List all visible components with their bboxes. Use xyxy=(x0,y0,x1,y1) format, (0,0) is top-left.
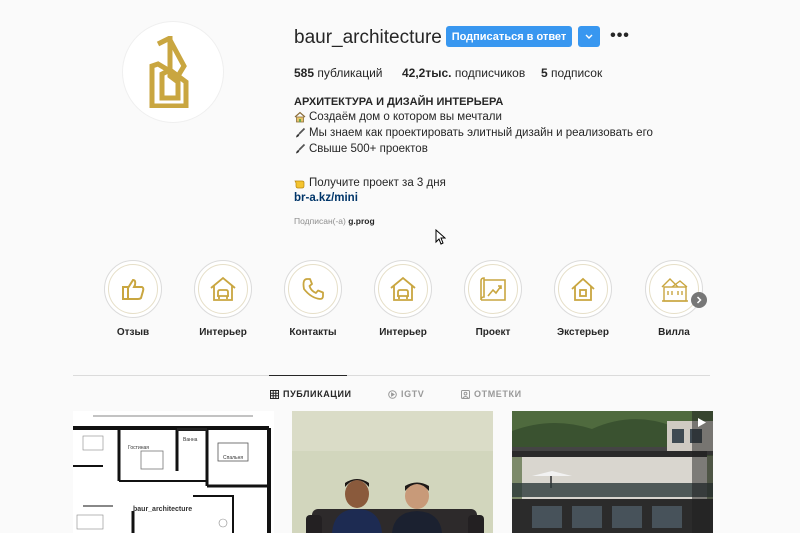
highlight-cover xyxy=(374,260,432,318)
highlight-label: Экстерьер xyxy=(557,327,609,338)
following-count-label: подписок xyxy=(551,66,603,80)
video-play-icon xyxy=(698,418,706,427)
highlight-cover xyxy=(194,260,252,318)
posts-count-label: публикаций xyxy=(317,66,383,80)
mouse-cursor-icon xyxy=(435,229,446,245)
highlight-cover xyxy=(284,260,342,318)
bio-line-text: Создаём дом о котором вы мечтали xyxy=(309,111,502,123)
highlight-item[interactable]: Отзыв xyxy=(101,260,165,338)
followers-link[interactable]: 42,2тыс. подписчиков xyxy=(402,66,525,80)
tagged-icon xyxy=(461,389,470,399)
followed-by-text[interactable]: Подписан(-а) g.prog xyxy=(294,216,375,226)
highlight-item[interactable]: Экстерьер xyxy=(551,260,615,338)
more-options-icon: ••• xyxy=(610,27,630,44)
following-link[interactable]: 5 подписок xyxy=(541,66,602,80)
paintbrush-emoji-icon xyxy=(296,127,306,138)
house-emoji-icon xyxy=(294,111,306,123)
more-options-button[interactable]: ••• xyxy=(610,27,630,44)
tab-tagged[interactable]: ОТМЕТКИ xyxy=(461,389,522,399)
highlight-label: Отзыв xyxy=(116,327,150,338)
thumbs-up-icon xyxy=(122,278,145,300)
followed-by-user: g.prog xyxy=(348,216,375,226)
followed-by-prefix: Подписан(-а) xyxy=(294,216,346,226)
highlights-next-button[interactable] xyxy=(691,292,707,308)
highlight-label: Интерьер xyxy=(199,327,247,338)
bio-line: Получите проект за 3 дня xyxy=(294,177,446,189)
floor-plan-image: Гостиная Ванна Спальня baur_architecture xyxy=(73,411,274,533)
phone-icon xyxy=(302,278,324,300)
bio-line-text: Мы знаем как проектировать элитный дизай… xyxy=(309,127,653,139)
post-tile[interactable] xyxy=(292,411,493,533)
highlight-cover xyxy=(554,260,612,318)
tab-igtv-label: IGTV xyxy=(401,389,425,399)
highlight-label: Проект xyxy=(475,327,511,338)
floor-plan-room-label: Спальня xyxy=(223,455,243,461)
profile-username: baur_architecture xyxy=(294,27,442,48)
followers-count-value: 42,2тыс. xyxy=(402,66,452,80)
house-interior-icon xyxy=(210,276,236,301)
bio-line-text: Свыше 500+ проектов xyxy=(309,143,428,155)
bio-line: Создаём дом о котором вы мечтали xyxy=(294,111,502,123)
floor-plan-room-label: Гостиная xyxy=(128,445,149,451)
tab-igtv[interactable]: IGTV xyxy=(388,389,424,399)
highlight-item[interactable]: Контакты xyxy=(281,260,345,338)
posts-count-value: 585 xyxy=(294,66,315,80)
post-tile[interactable] xyxy=(512,411,713,533)
tab-posts[interactable]: ПУБЛИКАЦИИ xyxy=(270,389,352,399)
highlight-cover xyxy=(645,260,703,318)
suggested-accounts-button[interactable] xyxy=(578,26,600,47)
highlight-cover xyxy=(464,260,522,318)
highlight-label: Вилла xyxy=(658,327,690,338)
highlight-cover xyxy=(104,260,162,318)
floor-plan-room-label: Ванна xyxy=(183,437,198,443)
bio-line: Мы знаем как проектировать элитный дизай… xyxy=(294,127,653,139)
highlight-label: Интерьер xyxy=(379,327,427,338)
posts-count: 585 публикаций xyxy=(294,66,383,80)
chevron-right-icon xyxy=(696,296,702,304)
bio-line-text: Получите проект за 3 дня xyxy=(309,177,446,189)
tab-tagged-label: ОТМЕТКИ xyxy=(474,389,522,399)
chevron-down-icon xyxy=(585,34,593,39)
highlight-item[interactable]: Интерьер xyxy=(191,260,255,338)
brand-logo-icon xyxy=(149,36,189,108)
house-interior-icon xyxy=(390,276,416,301)
followers-count-label: подписчиков xyxy=(454,66,526,80)
highlight-label: Контакты xyxy=(289,327,337,338)
profile-avatar[interactable] xyxy=(122,21,224,123)
tabs-divider xyxy=(73,375,710,376)
blueprint-icon xyxy=(480,277,506,301)
bio-line: Свыше 500+ проектов xyxy=(294,143,428,155)
house-icon xyxy=(571,277,595,301)
pointing-hand-emoji-icon xyxy=(294,180,305,189)
floor-plan-watermark: baur_architecture xyxy=(133,506,192,513)
post-tile[interactable]: Гостиная Ванна Спальня baur_architecture xyxy=(73,411,274,533)
igtv-icon xyxy=(388,389,397,399)
following-count-value: 5 xyxy=(541,66,548,80)
highlight-item[interactable]: Интерьер xyxy=(371,260,435,338)
follow-back-button[interactable]: Подписаться в ответ xyxy=(446,26,572,47)
paintbrush-emoji-icon xyxy=(296,143,306,154)
team-photo-image xyxy=(292,411,493,533)
villa-render-image xyxy=(512,411,713,533)
bio-website-link[interactable]: br-a.kz/mini xyxy=(294,192,358,204)
villa-icon xyxy=(661,278,688,302)
highlight-item[interactable]: Проект xyxy=(461,260,525,338)
bio-full-name: АРХИТЕКТУРА И ДИЗАЙН ИНТЕРЬЕРА xyxy=(294,96,504,108)
active-tab-indicator xyxy=(269,375,347,376)
tab-posts-label: ПУБЛИКАЦИИ xyxy=(283,389,352,399)
grid-icon xyxy=(270,389,279,399)
